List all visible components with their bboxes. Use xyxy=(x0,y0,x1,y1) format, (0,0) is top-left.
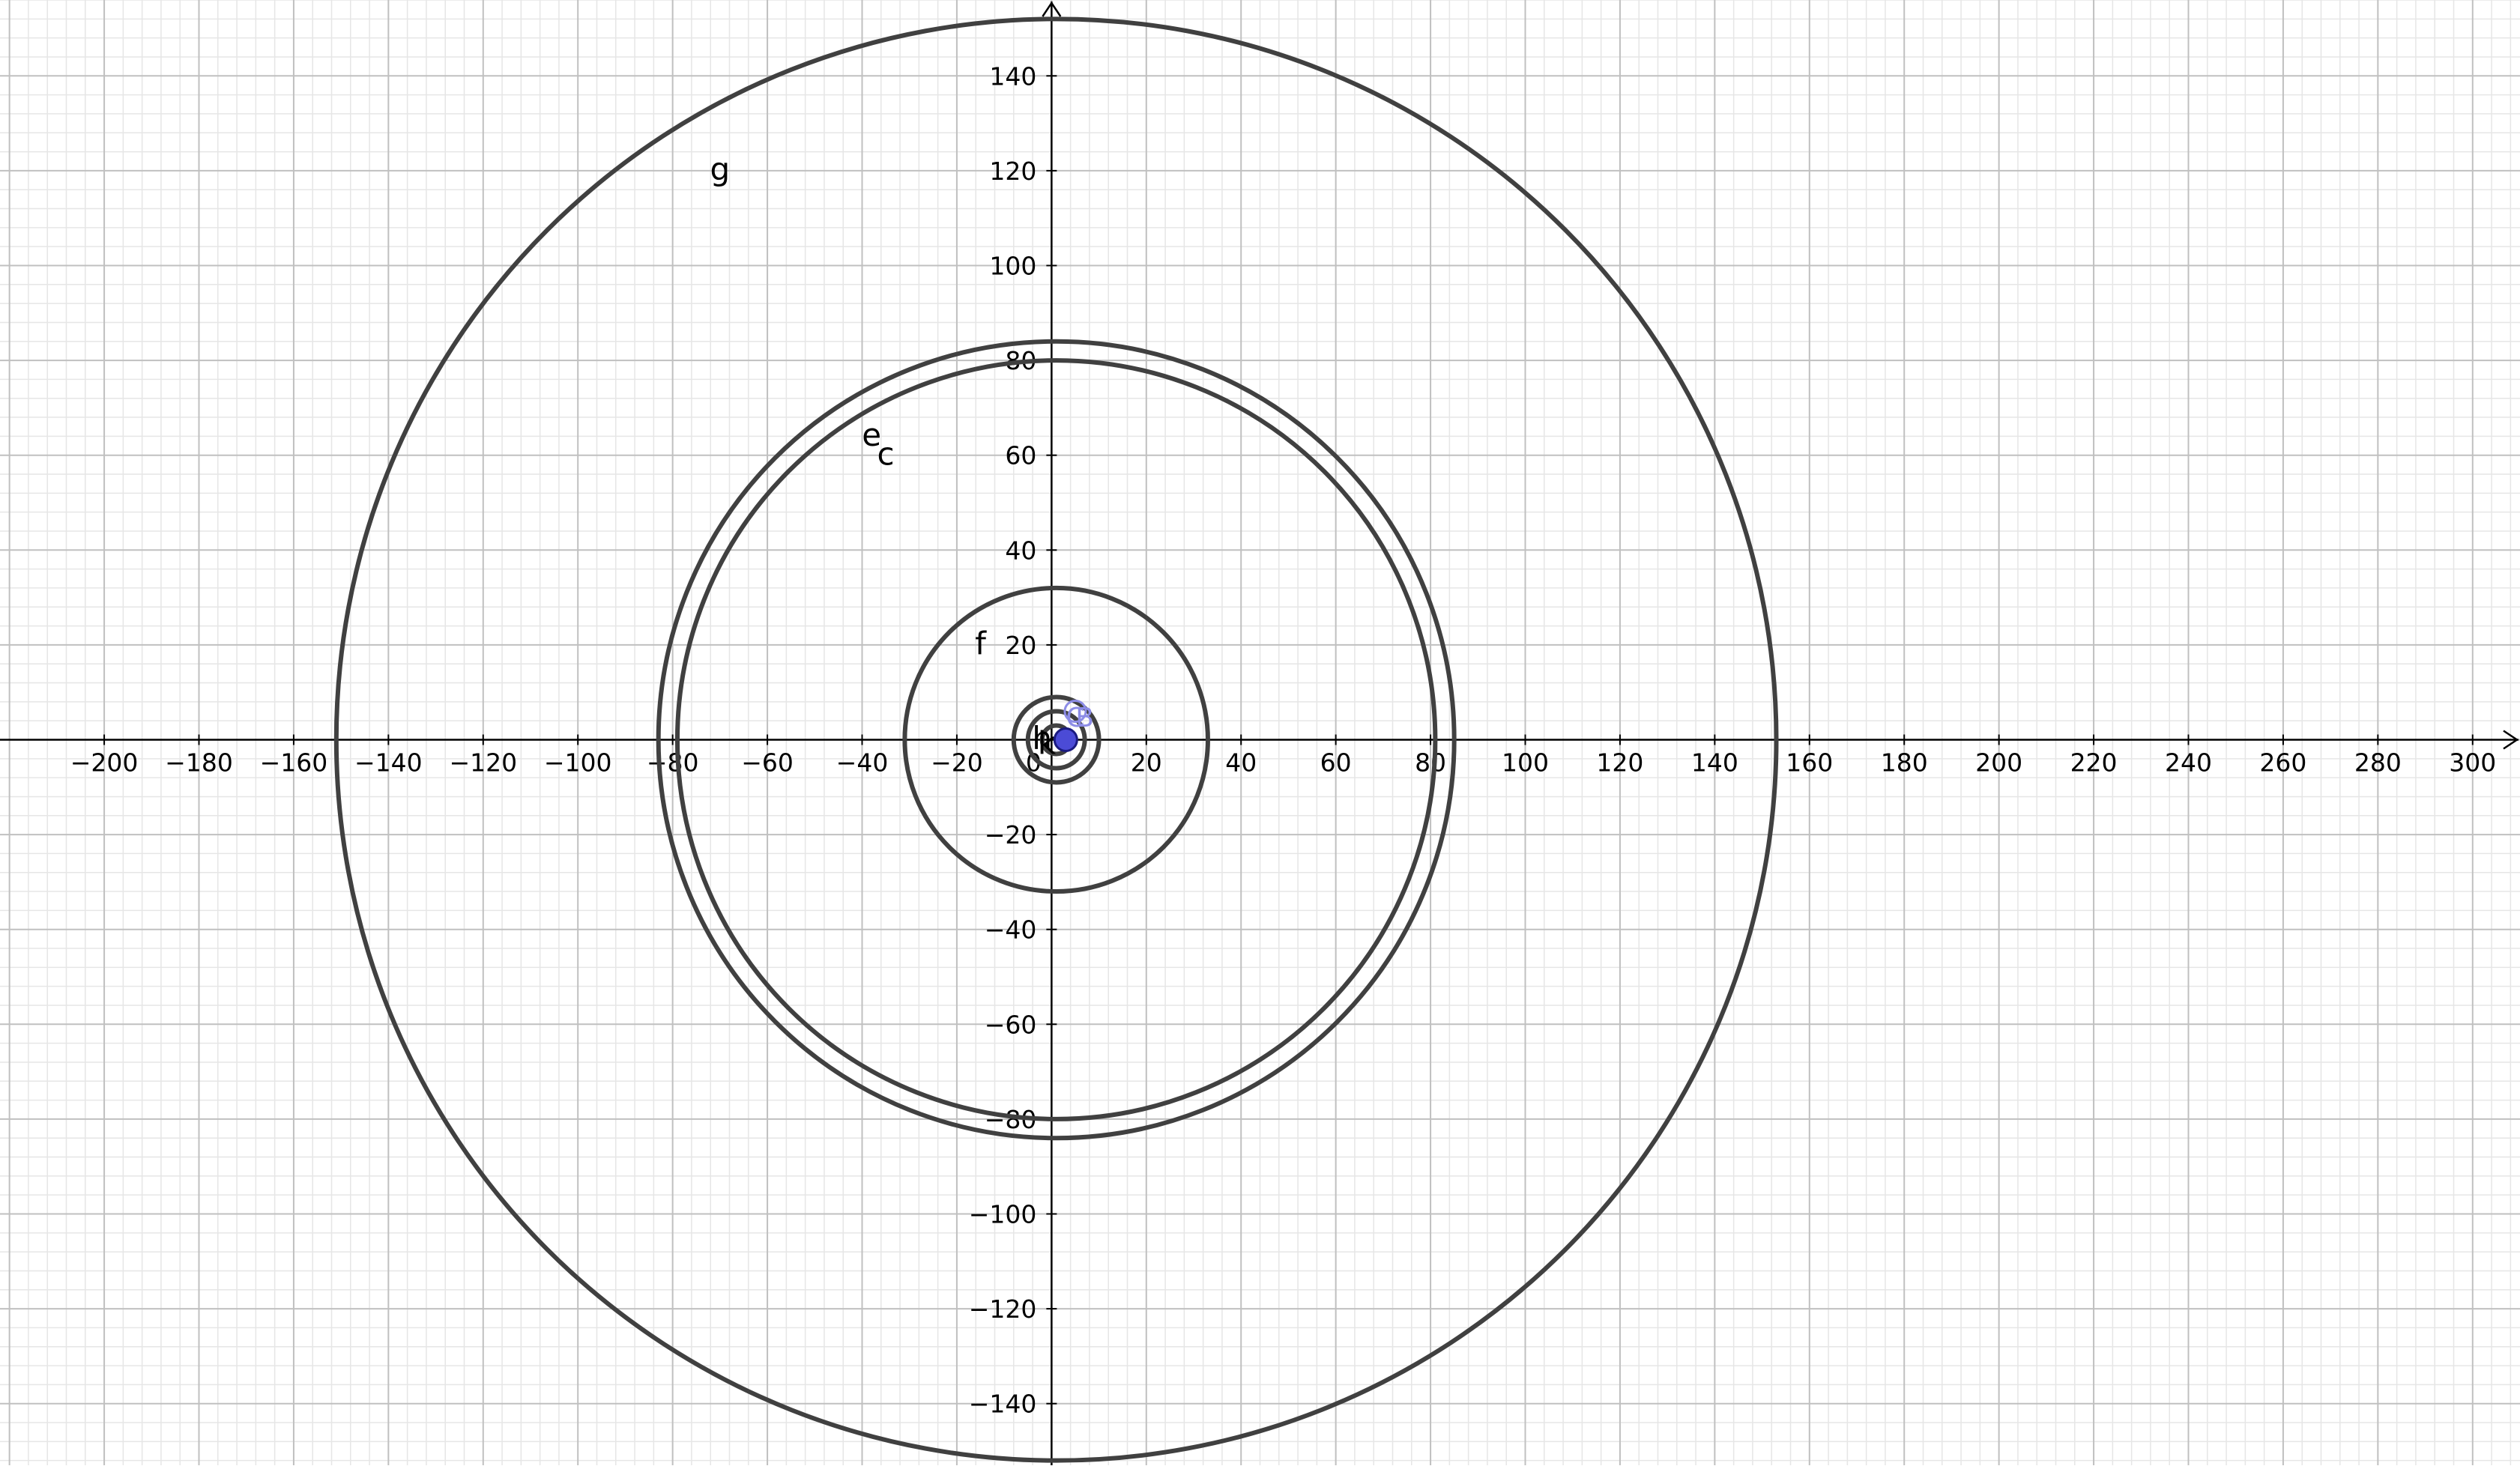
x-tick-label: 220 xyxy=(2070,748,2118,777)
x-tick-label: −200 xyxy=(70,748,139,777)
point-label-C: C xyxy=(1066,703,1084,733)
x-tick-label: −180 xyxy=(165,748,233,777)
y-tick-label: −20 xyxy=(985,820,1037,849)
x-tick-label: 280 xyxy=(2354,748,2402,777)
label-c: c xyxy=(877,435,895,472)
x-tick-label: 80 xyxy=(1415,748,1446,777)
geometry-canvas[interactable]: −200 −180 −160 −140 −120 −100 −80 −60 −40 −20 0 20 4… xyxy=(0,0,2520,1465)
x-tick-label: 40 xyxy=(1225,748,1257,777)
x-tick-label: −60 xyxy=(741,748,794,777)
x-tick-label: 60 xyxy=(1320,748,1352,777)
y-tick-label: 60 xyxy=(1005,441,1036,470)
x-tick-label: 200 xyxy=(1975,748,2022,777)
y-tick-label: −60 xyxy=(985,1010,1037,1039)
x-tick-label: −100 xyxy=(544,748,612,777)
y-tick-label: 40 xyxy=(1005,536,1036,565)
x-tick-label: 100 xyxy=(1502,748,1549,777)
x-tick-label: 260 xyxy=(2259,748,2306,777)
y-tick-label: 120 xyxy=(989,157,1036,186)
x-tick-label: 120 xyxy=(1596,748,1643,777)
x-tick-label: 240 xyxy=(2165,748,2212,777)
y-tick-label: −120 xyxy=(969,1294,1037,1324)
x-tick-label: 20 xyxy=(1131,748,1162,777)
x-tick-label: 140 xyxy=(1691,748,1738,777)
x-tick-label: −40 xyxy=(836,748,889,777)
y-tick-label: −100 xyxy=(969,1200,1037,1229)
x-tick-label: −160 xyxy=(260,748,328,777)
label-g: g xyxy=(710,151,731,188)
label-k: k xyxy=(1038,724,1057,761)
y-tick-label: 20 xyxy=(1005,631,1036,660)
y-tick-label: −140 xyxy=(969,1390,1037,1419)
axes xyxy=(0,1,2519,1465)
y-tick-label: −40 xyxy=(985,915,1037,945)
minor-grid xyxy=(0,0,2520,1465)
x-tick-label: 300 xyxy=(2449,748,2496,777)
x-tick-label: −120 xyxy=(449,748,517,777)
x-tick-label: 180 xyxy=(1881,748,1928,777)
x-tick-label: 160 xyxy=(1786,748,1833,777)
graphics-view[interactable]: −200 −180 −160 −140 −120 −100 −80 −60 −40 −20 0 20 4… xyxy=(0,0,2520,1465)
x-tick-label: −80 xyxy=(647,748,699,777)
x-tick-label: −20 xyxy=(931,748,983,777)
y-tick-label: 100 xyxy=(989,251,1036,280)
label-f: f xyxy=(975,626,987,662)
x-tick-labels: −200 −180 −160 −140 −120 −100 −80 −60 −40 −20 0 20 4… xyxy=(70,734,2496,777)
y-tick-label: 140 xyxy=(989,61,1036,91)
x-tick-label: −140 xyxy=(354,748,423,777)
